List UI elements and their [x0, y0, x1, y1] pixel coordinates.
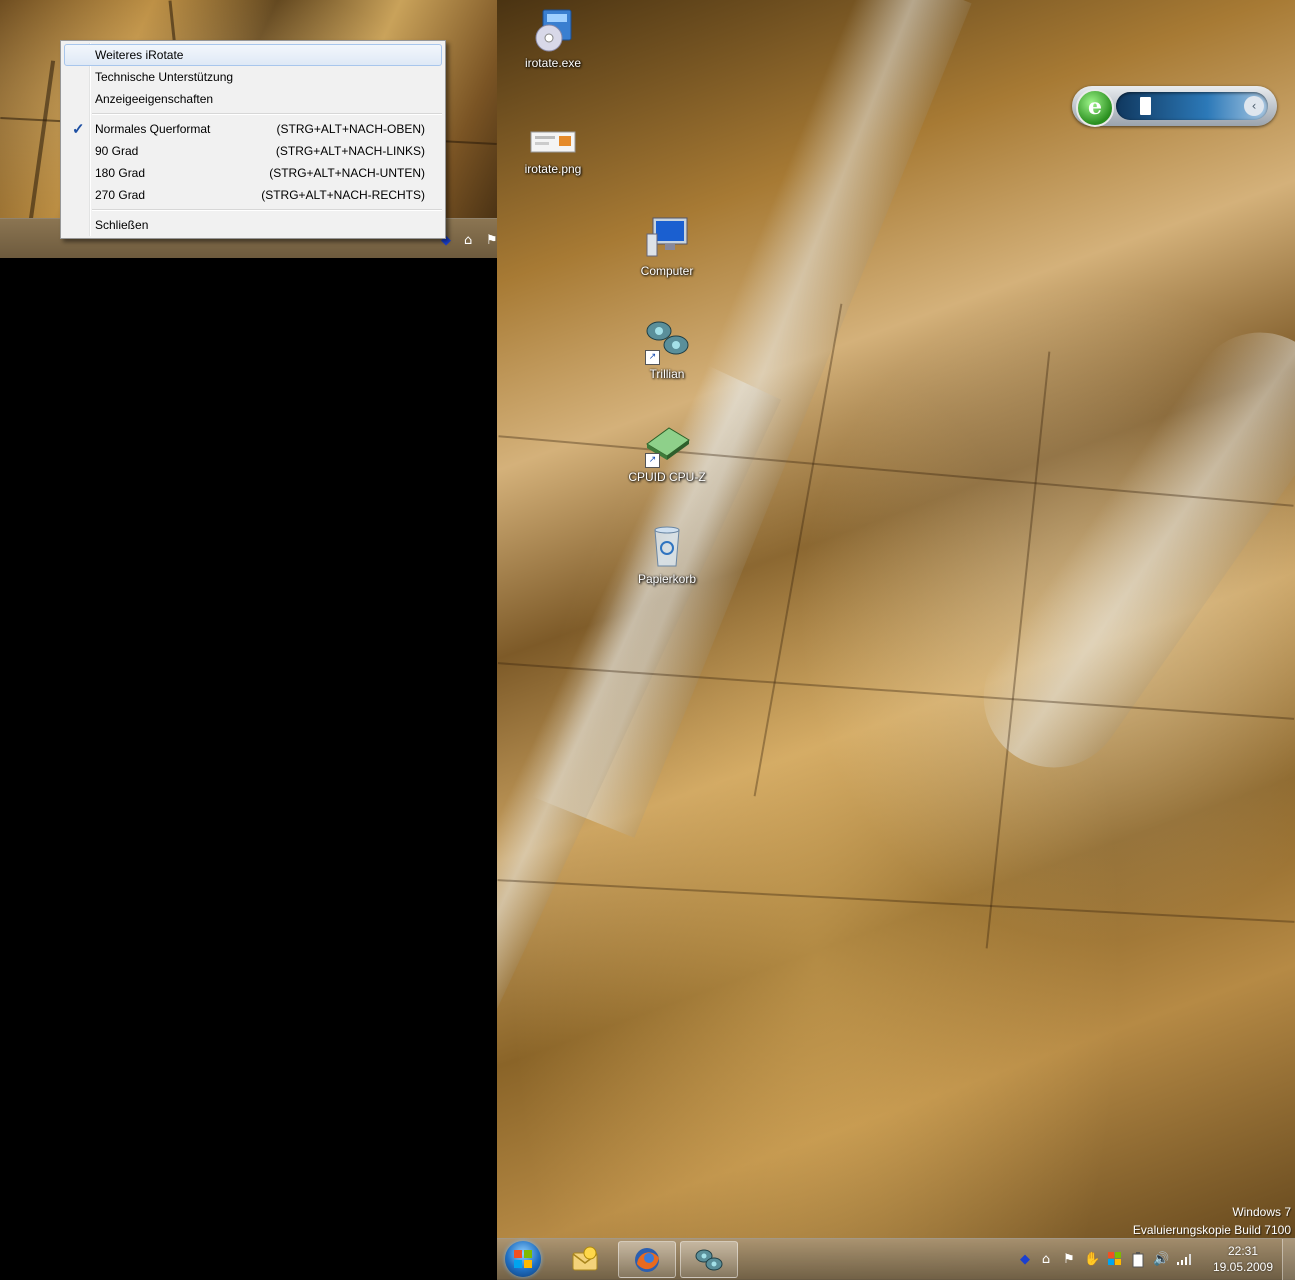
- gadget-logo-icon: e: [1076, 89, 1114, 127]
- menu-item-label: 180 Grad: [95, 166, 146, 180]
- computer-icon: [643, 214, 691, 262]
- desktop-icon-label: Computer: [640, 264, 694, 278]
- shortcut-arrow-icon: ↗: [645, 350, 660, 365]
- hand-icon[interactable]: ✋: [1084, 1252, 1100, 1268]
- taskbar: ◆ ⌂ ⚑ ✋ 🔊 22:31 19.05.2009: [497, 1238, 1295, 1280]
- shortcut-arrow-icon: ↗: [645, 453, 660, 468]
- menu-item-label: 90 Grad: [95, 144, 139, 158]
- cpu-chip-icon: ↗: [643, 420, 691, 468]
- menu-separator: [92, 113, 442, 115]
- menu-item-display-properties[interactable]: Anzeigeeigenschaften: [64, 88, 442, 110]
- menu-item-shortcut: (STRG+ALT+NACH-LINKS): [275, 144, 425, 158]
- menu-item-label: Anzeigeeigenschaften: [95, 92, 214, 106]
- menu-item-support[interactable]: Technische Unterstützung: [64, 66, 442, 88]
- menu-item-shortcut: (STRG+ALT+NACH-RECHTS): [261, 188, 425, 202]
- clock-time: 22:31: [1227, 1244, 1259, 1258]
- firefox-icon: [632, 1246, 662, 1274]
- checkmark-icon: ✓: [72, 121, 85, 138]
- menu-item-label: Technische Unterstützung: [95, 70, 234, 84]
- desktop-icon-label: Papierkorb: [637, 572, 697, 586]
- start-button[interactable]: [505, 1241, 541, 1277]
- taskbar-outlook-button[interactable]: [557, 1241, 615, 1278]
- installer-cd-icon: [529, 6, 577, 54]
- desktop-icon-irotate-exe[interactable]: irotate.exe: [505, 6, 601, 70]
- taskbar-clock[interactable]: 22:31 19.05.2009: [1209, 1243, 1277, 1275]
- menu-item-label: Schließen: [95, 218, 149, 232]
- menu-item-90-degrees[interactable]: 90 Grad (STRG+ALT+NACH-LINKS): [64, 140, 442, 162]
- windows-watermark: Windows 7 Evaluierungskopie Build 7100: [1133, 1203, 1291, 1239]
- show-desktop-button[interactable]: [1282, 1239, 1295, 1280]
- menu-item-weiteres-irotate[interactable]: Weiteres iRotate: [64, 44, 442, 66]
- outlook-icon: [570, 1245, 600, 1273]
- menu-separator: [92, 209, 442, 211]
- action-center-flag-icon[interactable]: ⚑: [486, 233, 497, 248]
- desktop[interactable]: irotate.exe irotate.png Computer ↗ Trill…: [497, 0, 1295, 1279]
- desktop-icon-trillian[interactable]: ↗ Trillian: [619, 317, 715, 381]
- menu-item-label: Normales Querformat: [95, 122, 211, 136]
- menu-item-close[interactable]: Schließen: [64, 214, 442, 236]
- desktop-icon-label: irotate.png: [524, 162, 582, 176]
- recycle-bin-icon: [643, 522, 691, 570]
- menu-item-270-degrees[interactable]: 270 Grad (STRG+ALT+NACH-RECHTS): [64, 184, 442, 206]
- battery-icon[interactable]: [1130, 1252, 1146, 1268]
- irotate-context-menu: Weiteres iRotate Technische Unterstützun…: [60, 40, 446, 239]
- desktop-icon-label: irotate.exe: [524, 56, 582, 70]
- desktop-icon-label: CPUID CPU-Z: [628, 470, 706, 484]
- chevron-left-icon[interactable]: ‹: [1244, 96, 1264, 116]
- menu-item-shortcut: (STRG+ALT+NACH-UNTEN): [269, 166, 425, 180]
- taskbar-trillian-button[interactable]: [680, 1241, 738, 1278]
- battery-icon: [1140, 97, 1151, 115]
- desktop-icon-irotate-png[interactable]: irotate.png: [505, 112, 601, 176]
- clock-date: 19.05.2009: [1212, 1260, 1274, 1274]
- menu-item-label: 270 Grad: [95, 188, 146, 202]
- desktop-icon-computer[interactable]: Computer: [619, 214, 715, 278]
- battery-gadget[interactable]: e ‹: [1072, 86, 1277, 127]
- menu-item-180-degrees[interactable]: 180 Grad (STRG+ALT+NACH-UNTEN): [64, 162, 442, 184]
- desktop-icon-label: Trillian: [649, 367, 685, 381]
- signal-icon[interactable]: [1176, 1252, 1192, 1268]
- desktop-icon-recycle-bin[interactable]: Papierkorb: [619, 522, 715, 586]
- network-share-icon[interactable]: ⌂: [464, 233, 472, 248]
- windows-flag-icon[interactable]: [1107, 1252, 1123, 1268]
- windows-logo-icon: [514, 1250, 532, 1268]
- wallpaper-seam: [28, 60, 56, 220]
- menu-item-shortcut: (STRG+ALT+NACH-OBEN): [276, 122, 425, 136]
- image-file-icon: [529, 112, 577, 160]
- watermark-build: Evaluierungskopie Build 7100: [1132, 1223, 1291, 1237]
- trillian-icon: ↗: [643, 317, 691, 365]
- menu-item-landscape[interactable]: ✓ Normales Querformat (STRG+ALT+NACH-OBE…: [64, 118, 442, 140]
- desktop-icon-cpu-z[interactable]: ↗ CPUID CPU-Z: [619, 420, 715, 484]
- wallpaper-seam: [497, 879, 1295, 923]
- action-center-flag-icon[interactable]: ⚑: [1061, 1252, 1077, 1268]
- network-share-icon[interactable]: ⌂: [1038, 1252, 1054, 1268]
- taskbar-firefox-button[interactable]: [618, 1241, 676, 1278]
- trillian-icon: [694, 1246, 724, 1274]
- wallpaper-metal-band: [956, 305, 1295, 795]
- menu-item-label: Weiteres iRotate: [95, 48, 184, 62]
- volume-icon[interactable]: 🔊: [1153, 1252, 1169, 1268]
- gadget-battery-bar: ‹: [1116, 92, 1268, 120]
- watermark-edition: Windows 7: [1232, 1205, 1291, 1219]
- irotate-icon[interactable]: ◆: [1017, 1252, 1033, 1268]
